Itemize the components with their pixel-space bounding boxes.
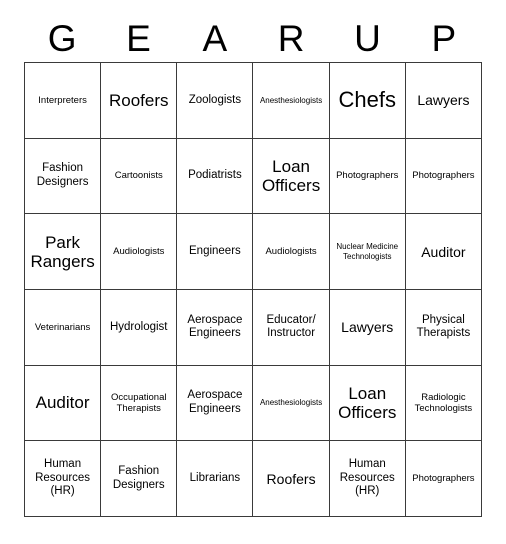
bingo-cell-label: Chefs <box>338 87 396 113</box>
bingo-cell[interactable]: Lawyers <box>329 289 406 366</box>
bingo-cell-label: Roofers <box>266 470 316 487</box>
bingo-cell[interactable]: Podiatrists <box>177 138 254 215</box>
bingo-cell-label: Photographers <box>412 472 475 484</box>
bingo-cell-label: Cartoonists <box>114 170 163 182</box>
bingo-cell-label: Aerospace Engineers <box>187 313 243 340</box>
bingo-cell-label: Hydrologist <box>109 320 168 333</box>
bingo-cell[interactable]: Lawyers <box>405 63 482 139</box>
bingo-cell-label: Librarians <box>189 471 241 484</box>
bingo-cell[interactable]: Anesthesiologists <box>253 63 330 139</box>
bingo-cell[interactable]: Roofers <box>253 441 330 517</box>
bingo-cell[interactable]: Loan Officers <box>329 365 406 442</box>
bingo-cell-label: Aerospace Engineers <box>187 389 243 415</box>
bingo-header-letter: A <box>202 17 228 59</box>
bingo-cell[interactable]: Zoologists <box>177 63 254 139</box>
bingo-cell[interactable]: Engineers <box>177 214 254 290</box>
bingo-grid: Interpreters Roofers Zoologists Anesthesiol… <box>24 62 482 517</box>
bingo-cell-label: Loan Officers <box>261 156 321 195</box>
bingo-cell[interactable]: Aerospace Engineers <box>177 289 254 366</box>
bingo-cell-label: Zoologists <box>188 93 242 106</box>
bingo-cell[interactable]: Interpreters <box>25 63 102 139</box>
bingo-cell[interactable]: Audiologists <box>101 214 178 290</box>
bingo-cell-label: Engineers <box>189 244 241 257</box>
bingo-cell[interactable]: Roofers <box>101 63 178 139</box>
bingo-cell-label: Occupational Therapists <box>111 391 167 414</box>
bingo-header-letter: U <box>354 17 381 59</box>
bingo-cell-label: Educator/ Instructor <box>266 313 316 340</box>
bingo-cell-label: Audiologists <box>113 245 165 257</box>
bingo-cell[interactable]: Nuclear Medicine Technologists <box>329 214 406 290</box>
bingo-cell[interactable]: Educator/ Instructor <box>253 289 330 366</box>
bingo-cell-label: Fashion Designers <box>112 465 165 491</box>
bingo-cell[interactable]: Physical Therapists <box>405 289 482 366</box>
bingo-cell-label: Radiologic Technologists <box>414 391 473 414</box>
bingo-header-letter: G <box>47 17 77 59</box>
bingo-cell[interactable]: Occupational Therapists <box>101 365 178 442</box>
bingo-cell-label: Auditor <box>421 243 466 260</box>
bingo-cell[interactable]: Loan Officers <box>253 138 330 215</box>
bingo-cell-label: Photographers <box>412 170 475 182</box>
bingo-cell-label: Veterinarians <box>34 321 91 333</box>
bingo-cell[interactable]: Fashion Designers <box>101 441 178 517</box>
bingo-cell[interactable]: Aerospace Engineers <box>177 365 254 442</box>
bingo-cell-label: Lawyers <box>417 92 470 109</box>
bingo-cell[interactable]: Fashion Designers <box>25 138 102 215</box>
bingo-cell-label: Roofers <box>108 90 169 110</box>
bingo-cell-label: Anesthesiologists <box>259 398 323 408</box>
bingo-cell-label: Photographers <box>336 170 399 182</box>
bingo-cell[interactable]: Auditor <box>405 214 482 290</box>
bingo-cell-label: Lawyers <box>341 319 394 336</box>
bingo-cell[interactable]: Anesthesiologists <box>253 365 330 442</box>
bingo-cell-label: Fashion Designers <box>36 162 89 188</box>
bingo-cell[interactable]: Veterinarians <box>25 289 102 366</box>
bingo-cell-label: Anesthesiologists <box>259 95 323 105</box>
bingo-header-letters: GEARUP <box>24 14 482 62</box>
bingo-cell[interactable]: Human Resources (HR) <box>329 441 406 517</box>
bingo-cell-label: Human Resources (HR) <box>35 458 91 498</box>
bingo-cell[interactable]: Human Resources (HR) <box>25 441 102 517</box>
bingo-cell[interactable]: Cartoonists <box>101 138 178 215</box>
bingo-cell-label: Park Rangers <box>30 232 95 271</box>
bingo-header-letter: R <box>277 17 305 59</box>
bingo-cell-label: Loan Officers <box>338 383 397 422</box>
bingo-cell-label: Nuclear Medicine Technologists <box>336 242 399 261</box>
bingo-cell[interactable]: Photographers <box>405 138 482 215</box>
bingo-header-letter: E <box>126 17 151 59</box>
bingo-cell[interactable]: Auditor <box>25 365 102 442</box>
bingo-cell-label: Interpreters <box>38 94 87 106</box>
bingo-cell-label: Podiatrists <box>188 169 242 182</box>
bingo-header-letter: P <box>431 17 457 59</box>
bingo-cell[interactable]: Park Rangers <box>25 214 102 290</box>
bingo-cell[interactable]: Chefs <box>329 63 406 139</box>
bingo-cell[interactable]: Photographers <box>405 441 482 517</box>
bingo-cell[interactable]: Photographers <box>329 138 406 215</box>
bingo-cell[interactable]: Audiologists <box>253 214 330 290</box>
bingo-cell[interactable]: Radiologic Technologists <box>405 365 482 442</box>
bingo-cell-label: Auditor <box>35 393 90 413</box>
bingo-cell[interactable]: Librarians <box>177 441 254 517</box>
bingo-card: G E A R U P Interpreters Roofers Zoologists Anes… <box>0 0 506 544</box>
bingo-cell-label: Human Resources (HR) <box>339 458 395 498</box>
bingo-cell-label: Audiologists <box>265 245 317 257</box>
bingo-cell[interactable]: Hydrologist <box>101 289 178 366</box>
bingo-cell-label: Physical Therapists <box>416 313 471 340</box>
